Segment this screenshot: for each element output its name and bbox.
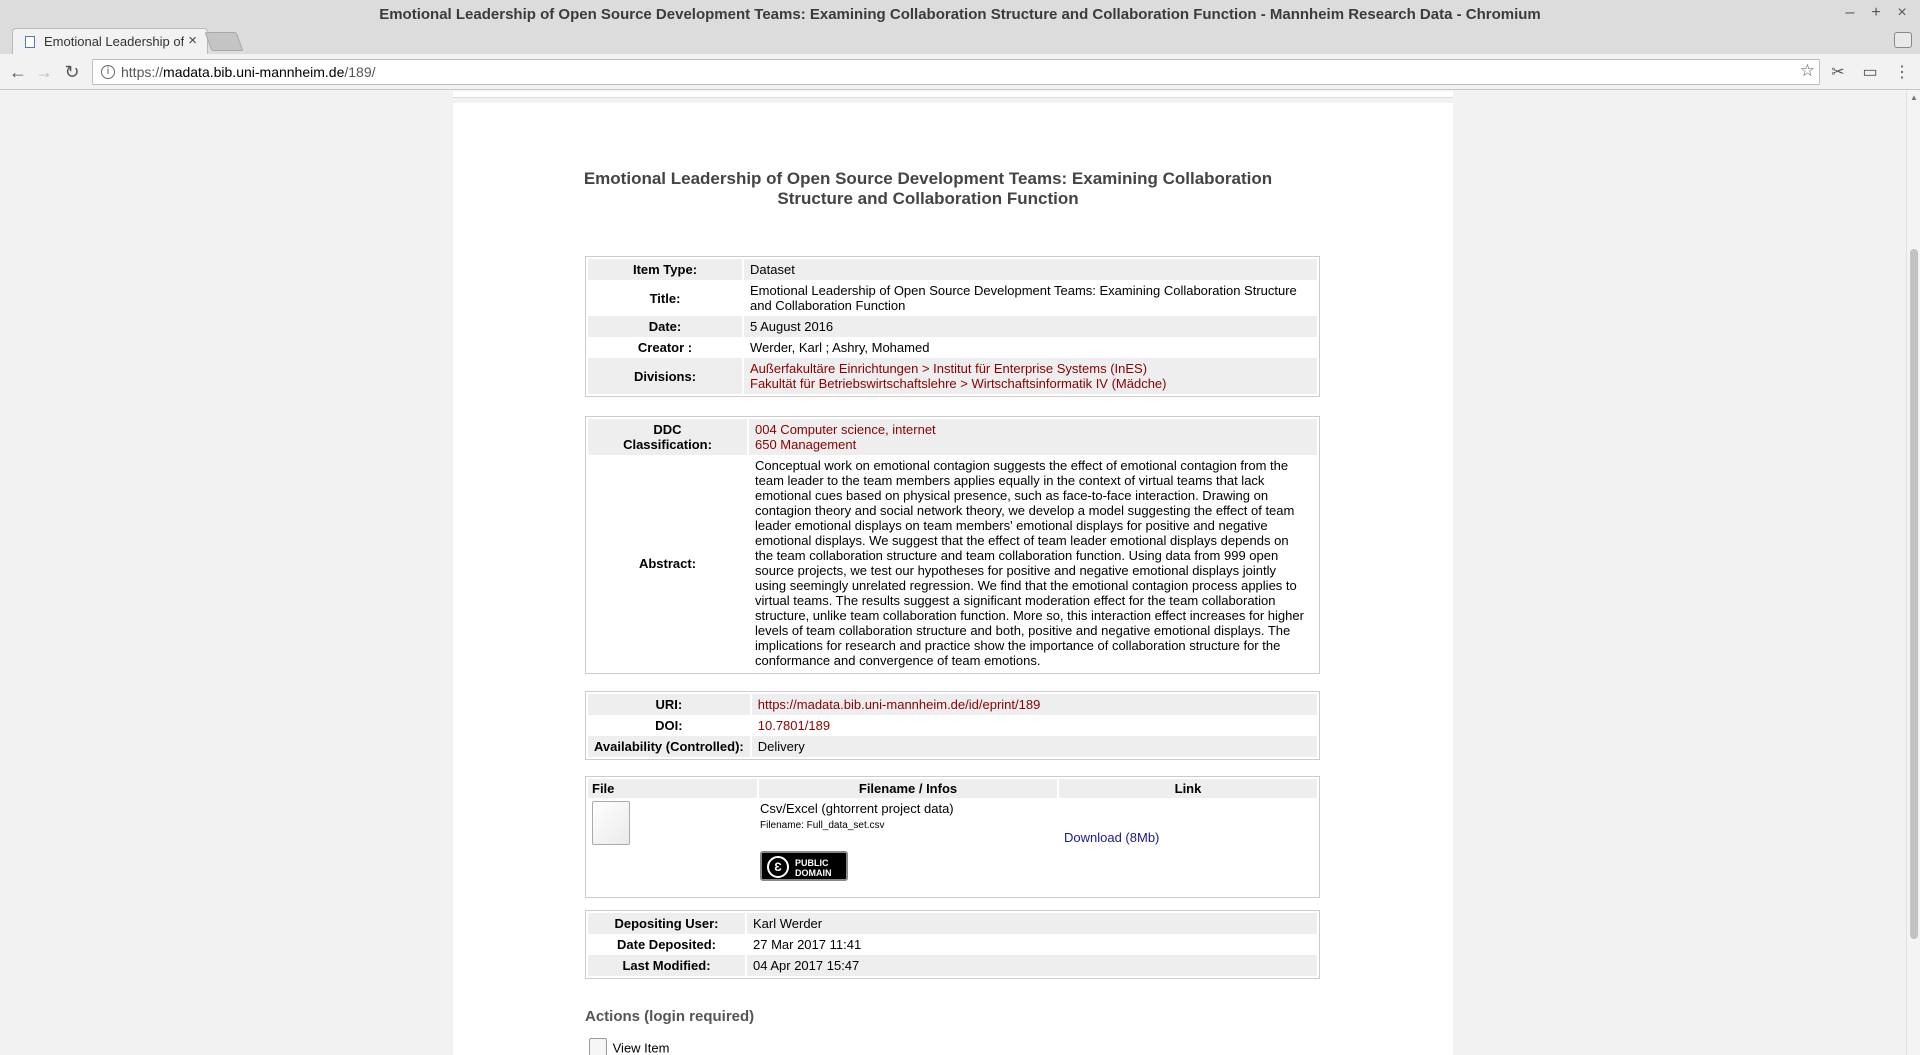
title-value: Emotional Leadership of Open Source Deve… — [750, 283, 1297, 313]
deposit-table: Depositing User: Karl Werder Date Deposi… — [585, 910, 1320, 979]
public-domain-badge[interactable]: Ɛ PUBLIC DOMAIN — [760, 851, 848, 881]
uri-link[interactable]: https://madata.bib.uni-mannheim.de/id/ep… — [758, 697, 1041, 712]
url-scheme: https:// — [121, 64, 164, 80]
ddc-label-line: DDC — [653, 422, 682, 437]
page-viewport: Emotional Leadership of Open Source Deve… — [0, 91, 1920, 1055]
page-favicon-icon — [25, 36, 35, 48]
last-modified-label: Last Modified: — [588, 955, 747, 976]
file-name: Filename: Full_data_set.csv — [760, 820, 885, 831]
abstract-text: Conceptual work on emotional contagion s… — [755, 458, 1304, 668]
availability-value: Delivery — [750, 736, 1317, 757]
depositing-user-value: Karl Werder — [746, 913, 1317, 934]
doi-label: DOI: — [588, 715, 752, 736]
creator-label: Creator : — [588, 337, 744, 358]
creator-value: Werder, Karl ; Ashry, Mohamed — [750, 340, 930, 355]
uri-label: URI: — [588, 694, 752, 715]
tab-close-icon[interactable]: × — [188, 32, 197, 49]
view-item-label: View Item — [612, 1040, 670, 1055]
files-header-file: File — [588, 779, 759, 798]
browser-toolbar: ← → ↻ i https://madata.bib.uni-mannheim.… — [0, 54, 1920, 90]
files-header-filename: Filename / Infos — [758, 779, 1059, 798]
new-tab-button[interactable] — [204, 32, 244, 51]
date-value: 5 August 2016 — [743, 316, 1317, 337]
ddc-link[interactable]: 004 Computer science, internet — [755, 422, 936, 437]
division-link[interactable]: Fakultät für Betriebswirtschaftslehre > … — [750, 376, 1167, 391]
abstract-label: Abstract: — [588, 455, 749, 671]
scroll-up-arrow-icon[interactable]: ▲ — [1910, 93, 1918, 102]
cast-icon[interactable]: ▭ — [1860, 62, 1880, 82]
doi-link[interactable]: 10.7801/189 — [758, 718, 830, 733]
view-item-icon — [589, 1038, 607, 1055]
download-link[interactable]: Download (8Mb) — [1064, 830, 1159, 845]
files-header-link: Link — [1058, 779, 1317, 798]
site-info-icon[interactable]: i — [101, 65, 115, 79]
window-titlebar: Emotional Leadership of Open Source Deve… — [0, 0, 1920, 28]
scrollbar-thumb[interactable] — [1910, 249, 1918, 939]
address-bar[interactable]: i https://madata.bib.uni-mannheim.de/189… — [92, 59, 1820, 85]
availability-label: Availability (Controlled): — [588, 736, 752, 757]
divisions-label: Divisions: — [588, 358, 744, 394]
summary-table: Item Type: Dataset Title: Emotional Lead… — [585, 256, 1320, 397]
last-modified-value: 04 Apr 2017 15:47 — [746, 955, 1317, 976]
depositing-user-label: Depositing User: — [588, 913, 747, 934]
tab-strip: Emotional Leadership of × — [0, 28, 1920, 54]
url-host: madata.bib.uni-mannheim.de — [163, 64, 345, 80]
page-title: Emotional Leadership of Open Source Deve… — [583, 169, 1273, 208]
actions-heading: Actions (login required) — [585, 1008, 755, 1025]
files-table: File Filename / Infos Link Csv/Excel (gh… — [585, 776, 1320, 898]
extension-tools-icon[interactable]: ✂ — [1828, 62, 1848, 82]
profile-icon[interactable] — [1894, 32, 1912, 48]
url-text[interactable]: https://madata.bib.uni-mannheim.de/189/ — [121, 64, 376, 80]
minimize-icon[interactable]: – — [1840, 4, 1860, 22]
divisions-value: Außerfakultäre Einrichtungen > Institut … — [743, 358, 1317, 394]
close-window-icon[interactable]: × — [1892, 4, 1912, 22]
forward-arrow-icon[interactable]: → — [32, 60, 56, 84]
menu-dots-icon[interactable]: ⋮ — [1892, 62, 1912, 82]
ddc-label: DDC Classification: — [588, 419, 749, 455]
view-item-action[interactable]: View Item — [589, 1038, 669, 1055]
browser-tab[interactable]: Emotional Leadership of × — [12, 28, 208, 54]
public-domain-text: PUBLIC DOMAIN — [795, 858, 832, 878]
ddc-label-line: Classification: — [623, 437, 712, 452]
window-title: Emotional Leadership of Open Source Deve… — [379, 6, 1541, 23]
details-table: DDC Classification: 004 Computer science… — [585, 416, 1320, 674]
identifiers-table: URI: https://madata.bib.uni-mannheim.de/… — [585, 691, 1320, 760]
file-description: Csv/Excel (ghtorrent project data) — [760, 801, 954, 816]
division-link[interactable]: Außerfakultäre Einrichtungen > Institut … — [750, 361, 1147, 376]
ddc-link[interactable]: 650 Management — [755, 437, 856, 452]
page-top-strip — [453, 91, 1453, 98]
item-type-label: Item Type: — [588, 259, 744, 280]
ddc-value: 004 Computer science, internet 650 Manag… — [748, 419, 1317, 455]
vertical-scrollbar[interactable]: ▲ — [1906, 91, 1920, 1055]
reload-icon[interactable]: ↻ — [60, 60, 84, 84]
date-deposited-label: Date Deposited: — [588, 934, 747, 955]
item-type-value: Dataset — [743, 259, 1317, 280]
date-deposited-value: 27 Mar 2017 11:41 — [753, 937, 862, 952]
back-arrow-icon[interactable]: ← — [6, 60, 30, 84]
title-label: Title: — [588, 280, 744, 316]
page-content: Emotional Leadership of Open Source Deve… — [453, 103, 1453, 1055]
date-label: Date: — [588, 316, 744, 337]
public-domain-icon: Ɛ — [767, 856, 789, 878]
tab-title: Emotional Leadership of — [44, 34, 184, 49]
url-path: /189/ — [344, 64, 376, 80]
document-icon[interactable] — [592, 801, 630, 845]
maximize-icon[interactable]: + — [1866, 4, 1886, 22]
bookmark-star-icon[interactable]: ☆ — [1800, 61, 1815, 81]
